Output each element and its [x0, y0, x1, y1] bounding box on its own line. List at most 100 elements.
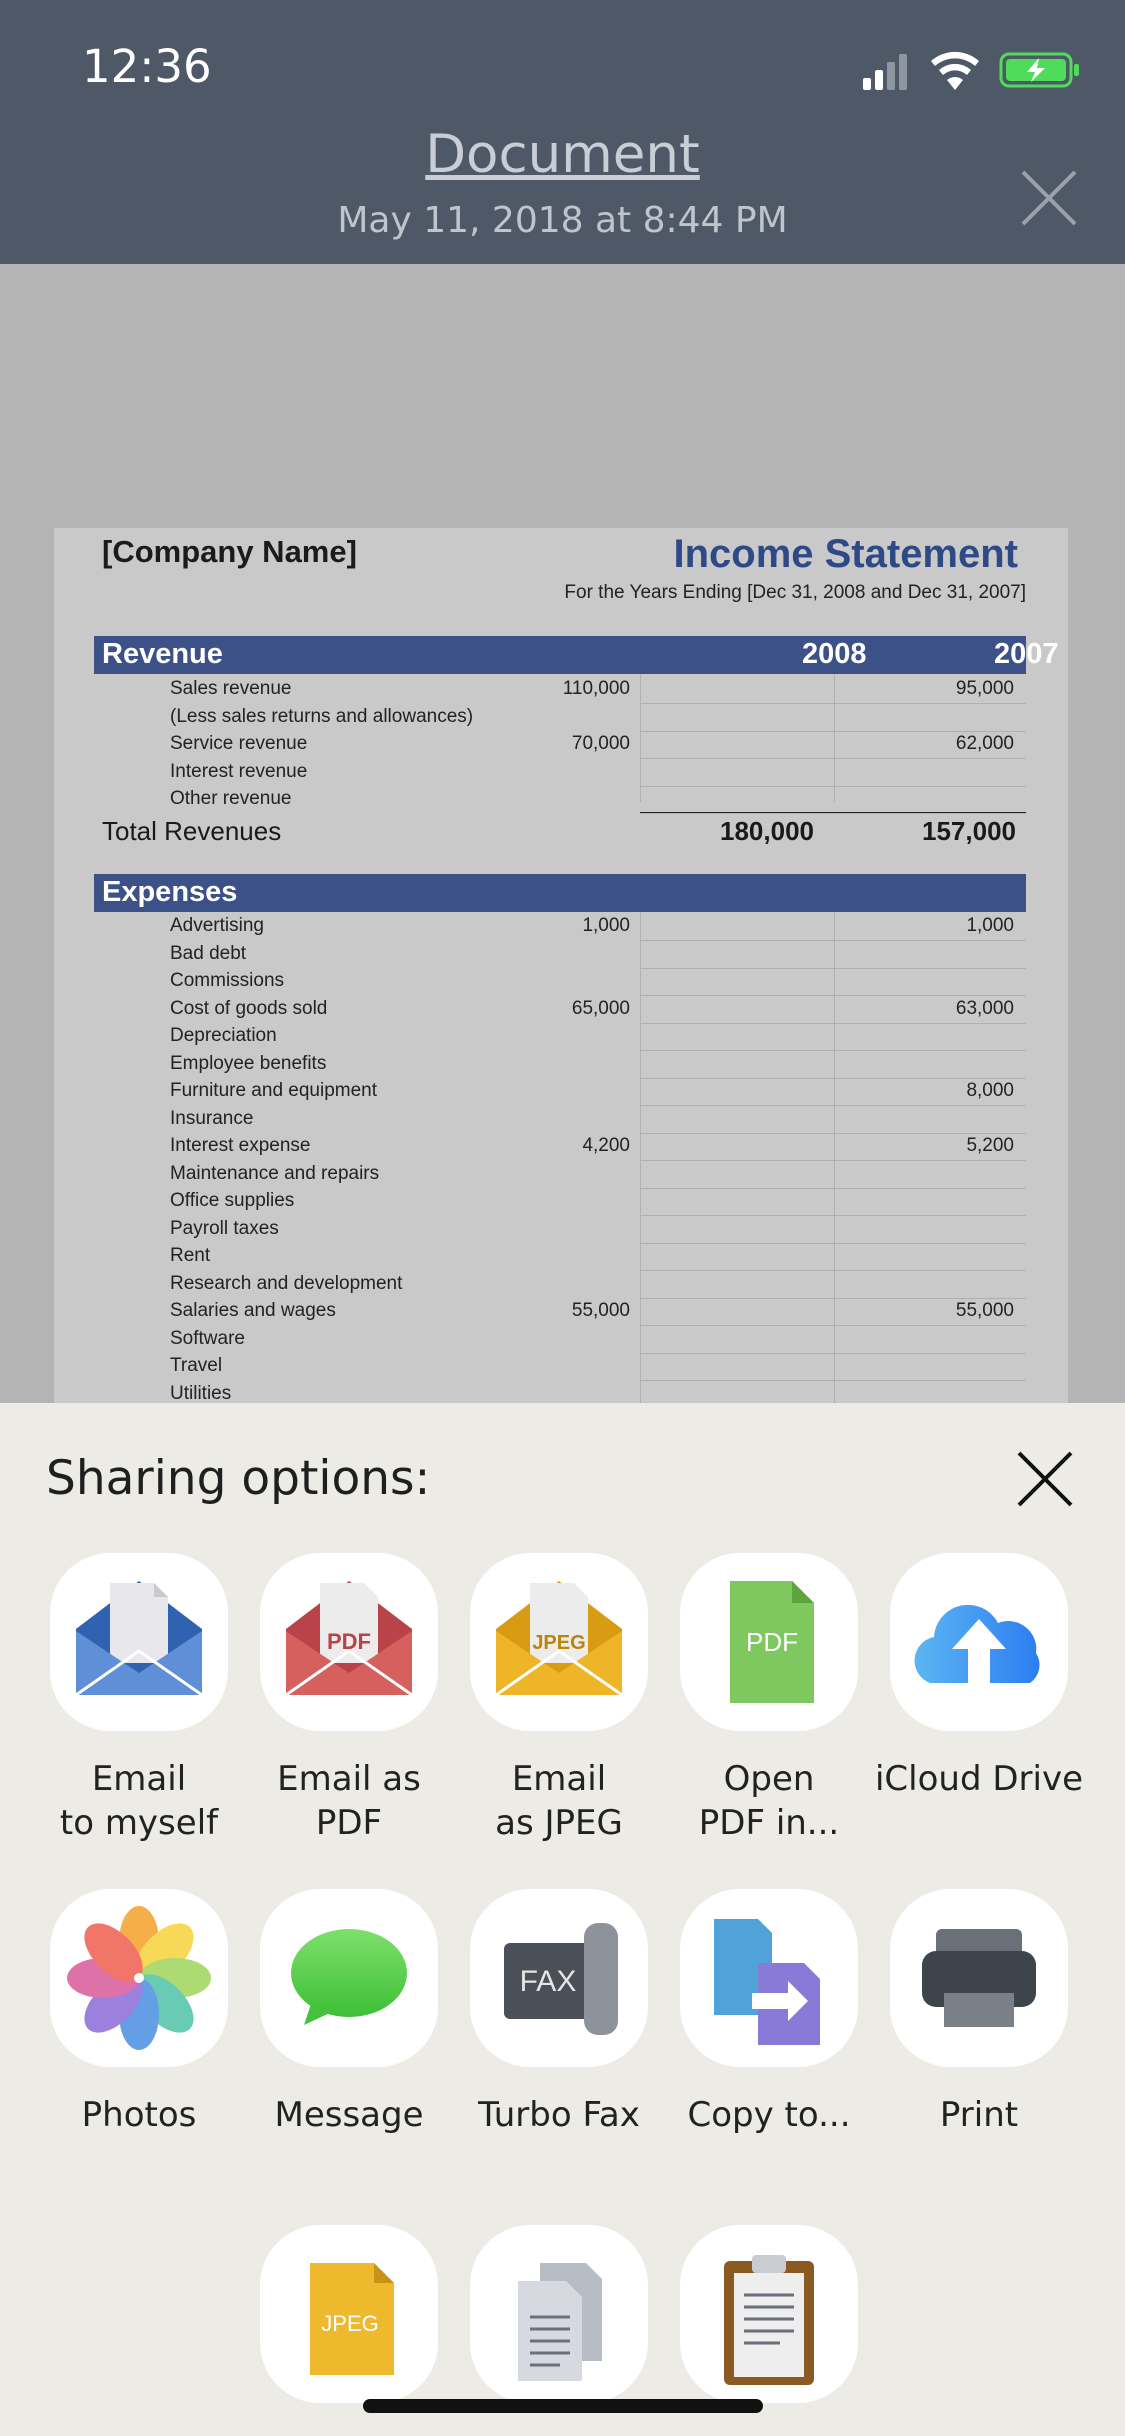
year-2007: 2007 [994, 638, 1059, 670]
close-icon[interactable] [1017, 166, 1081, 230]
statement-subtitle: For the Years Ending [Dec 31, 2008 and D… [564, 582, 1026, 603]
line-item-label: Advertising [170, 915, 264, 936]
line-item-label: Office supplies [170, 1190, 295, 1211]
line-item-label: (Less sales returns and allowances) [170, 705, 474, 727]
close-icon[interactable] [1013, 1447, 1077, 1511]
share-open-pdf-in[interactable]: PDF Open PDF in... [664, 1553, 874, 1845]
revenue-title: Revenue [102, 638, 223, 670]
row-rule [640, 1077, 1026, 1079]
line-item-label: Utilities [170, 1382, 232, 1404]
option-label: iCloud Drive [874, 1759, 1084, 1799]
line-item-label: Bad debt [170, 942, 247, 964]
pdf-badge: PDF [746, 1627, 798, 1657]
jpeg-badge: JPEG [321, 2311, 378, 2336]
share-print[interactable]: Print [874, 1889, 1084, 2137]
status-icons [863, 48, 1083, 92]
row-rule [640, 813, 1026, 814]
value-2008: 65,000 [571, 997, 630, 1019]
expenses-title: Expenses [102, 876, 238, 908]
share-copy-to[interactable]: Copy to... [664, 1889, 874, 2137]
jpeg-file-icon: JPEG [260, 2225, 438, 2403]
row-rule [640, 1105, 1026, 1106]
total-revenues-label: Total Revenues [102, 816, 282, 846]
row-rule [640, 758, 1026, 759]
document-date: May 11, 2018 at 8:44 PM [337, 200, 788, 241]
row-rule [640, 703, 1026, 704]
row-rule [640, 1242, 1026, 1244]
option-label: Photos [81, 2095, 197, 2135]
option-label: Email as PDF [277, 1759, 421, 1843]
year-2008: 2008 [802, 638, 867, 670]
email-jpeg-icon: JPEG [470, 1553, 648, 1731]
value-2007: 95,000 [955, 678, 1014, 699]
fax-icon: FAX [470, 1889, 648, 2067]
document-title[interactable]: Document [0, 124, 1125, 185]
option-label: Email to myself [59, 1759, 219, 1843]
value-2008: 70,000 [571, 733, 630, 754]
copy-to-icon [680, 1889, 858, 2067]
documents-icon [470, 2225, 648, 2403]
share-email-to-myself[interactable]: Email to myself [34, 1553, 244, 1845]
printer-icon [890, 1889, 1068, 2067]
line-item-label: Other revenue [170, 788, 292, 809]
status-time: 12:36 [82, 40, 212, 93]
row-rule [640, 1187, 1026, 1189]
expenses-band: Expenses [94, 874, 1026, 912]
home-indicator[interactable] [363, 2399, 763, 2413]
row-rule [640, 1160, 1026, 1161]
line-item-label: Software [170, 1327, 245, 1349]
share-turbo-fax[interactable]: FAX Turbo Fax [454, 1889, 664, 2137]
option-label: Copy to... [687, 2095, 851, 2135]
line-item-label: Payroll taxes [170, 1217, 279, 1239]
line-item-label: Travel [170, 1355, 223, 1376]
photos-icon [50, 1889, 228, 2067]
message-icon [260, 1889, 438, 2067]
line-item-label: Salaries and wages [170, 1300, 336, 1321]
row-rule [640, 1380, 1026, 1381]
value-2007: 1,000 [966, 915, 1014, 936]
sharing-title: Sharing options: [46, 1451, 431, 1506]
option-label: Turbo Fax [478, 2095, 640, 2135]
value-2007: 63,000 [955, 997, 1014, 1019]
row-rule [640, 785, 1026, 787]
cellular-signal-icon [863, 54, 907, 90]
value-2008: 1,000 [582, 915, 630, 936]
wifi-icon [931, 51, 979, 90]
line-item-label: Commissions [170, 970, 285, 991]
revenue-band: Revenue 2008 2007 [94, 636, 1059, 674]
line-item-label: Insurance [170, 1107, 254, 1129]
share-email-as-jpeg[interactable]: JPEG Email as JPEG [454, 1553, 664, 1845]
line-item-label: Furniture and equipment [170, 1080, 378, 1101]
row-rule [640, 1132, 1026, 1134]
row-rule [640, 1022, 1026, 1024]
share-message[interactable]: Message [244, 1889, 454, 2137]
share-icloud-drive[interactable]: iCloud Drive [874, 1553, 1084, 1801]
line-item-label: Interest expense [170, 1135, 311, 1156]
company-name: [Company Name] [102, 534, 357, 569]
sharing-sheet: Sharing options: Email to myself PDF Ema… [0, 1403, 1125, 2436]
share-photos[interactable]: Photos [34, 1889, 244, 2137]
row-rule [640, 1215, 1026, 1216]
row-rule [640, 1297, 1026, 1299]
line-item-label: Sales revenue [170, 678, 292, 699]
line-item-label: Depreciation [170, 1025, 277, 1046]
line-item-label: Employee benefits [170, 1052, 327, 1074]
line-item-label: Cost of goods sold [170, 997, 328, 1019]
row-rule [640, 1050, 1026, 1051]
total-2007: 157,000 [922, 816, 1016, 846]
line-item-label: Service revenue [170, 733, 308, 754]
value-2007: 8,000 [966, 1080, 1014, 1101]
row-rule [640, 1270, 1026, 1271]
row-rule [640, 967, 1026, 969]
statement-heading: Income Statement [673, 532, 1018, 576]
share-jpeg-file[interactable]: JPEG [244, 2225, 454, 2403]
fax-badge: FAX [520, 1965, 577, 1998]
share-email-as-pdf[interactable]: PDF Email as PDF [244, 1553, 454, 1845]
top-bar: 12:36 Document May 11, 2018 at 8:44 PM [0, 0, 1125, 264]
battery-icon [999, 52, 1079, 88]
share-documents[interactable] [454, 2225, 664, 2403]
value-2008: 55,000 [571, 1300, 630, 1321]
share-clipboard[interactable] [664, 2225, 874, 2403]
email-icon [50, 1553, 228, 1731]
line-item-label: Research and development [170, 1272, 403, 1294]
